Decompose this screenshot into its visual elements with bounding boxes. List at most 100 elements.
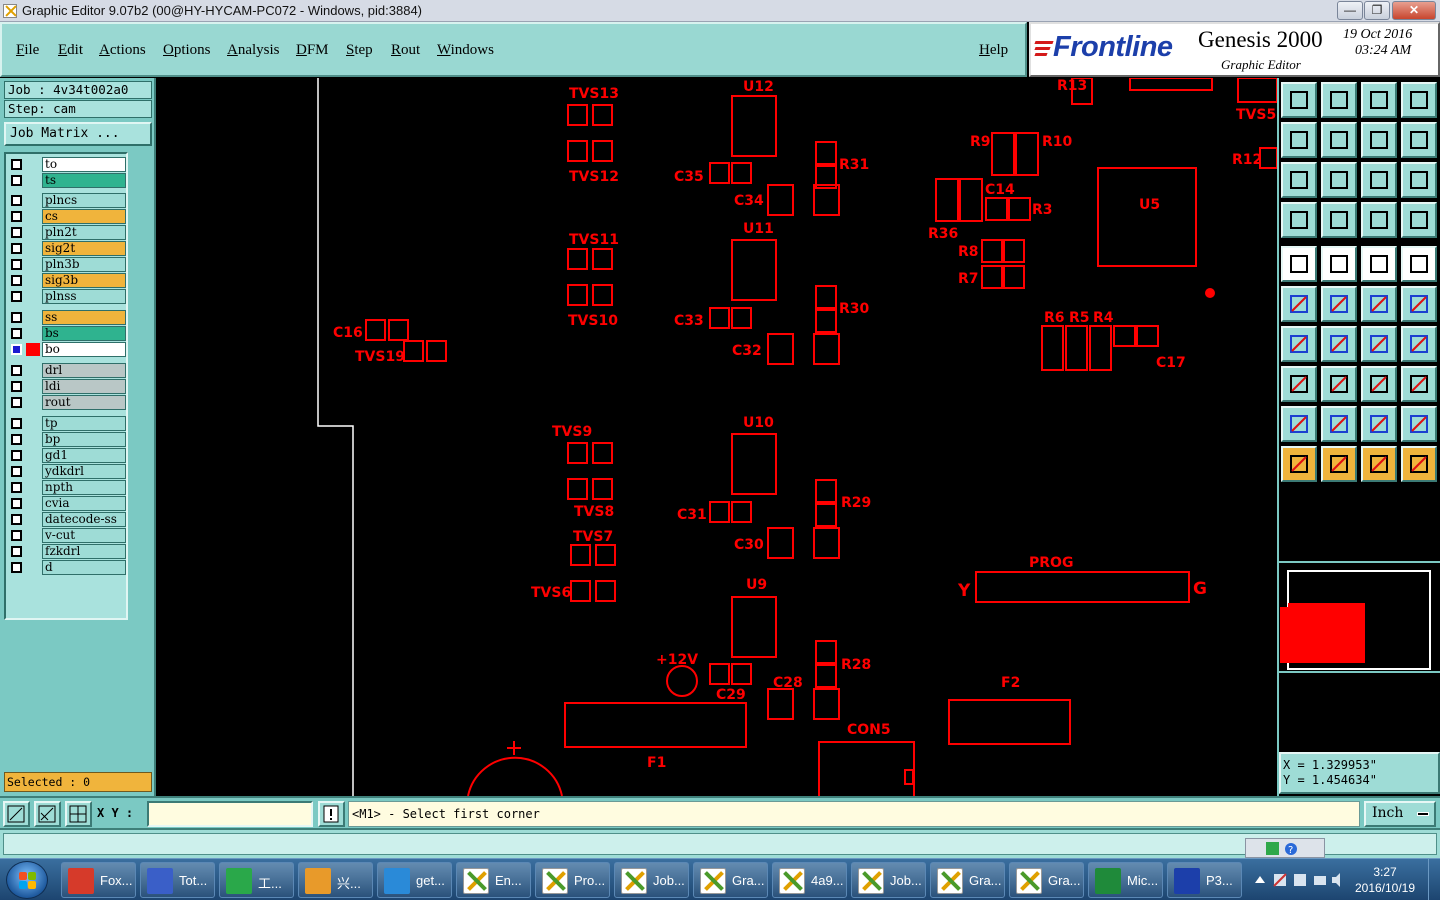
zoom-area-button[interactable]: [3, 801, 30, 827]
layer-row-ts[interactable]: ts: [8, 173, 126, 188]
layer-name[interactable]: plncs: [42, 193, 126, 208]
overview-map[interactable]: [1279, 561, 1440, 673]
taskbar-item[interactable]: Pro...: [535, 862, 610, 898]
layer-name[interactable]: bs: [42, 326, 126, 341]
taskbar-item[interactable]: 兴...: [298, 862, 373, 898]
layer-name[interactable]: d: [42, 560, 126, 575]
menu-file[interactable]: File: [16, 42, 39, 59]
split-icon[interactable]: [1321, 366, 1357, 402]
one-to-one-icon[interactable]: [1361, 162, 1397, 198]
layer-checkbox[interactable]: [11, 546, 22, 557]
layer-row-gd1[interactable]: gd1: [8, 448, 126, 463]
minimize-button[interactable]: —: [1337, 1, 1363, 20]
layer-name[interactable]: bp: [42, 432, 126, 447]
taskbar-item[interactable]: Fox...: [61, 862, 136, 898]
layer-checkbox[interactable]: [11, 275, 22, 286]
layer-row-cvia[interactable]: cvia: [8, 496, 126, 511]
layer-name[interactable]: to: [42, 157, 126, 172]
menu-step[interactable]: Step: [346, 42, 373, 59]
layer-row-sig3b[interactable]: sig3b: [8, 273, 126, 288]
taskbar-item[interactable]: get...: [377, 862, 452, 898]
menu-analysis[interactable]: Analysis: [227, 42, 280, 59]
alert-button[interactable]: [318, 801, 345, 827]
layer-row-fzkdrl[interactable]: fzkdrl: [8, 544, 126, 559]
layer-row-v-cut[interactable]: v-cut: [8, 528, 126, 543]
layer-row-ldi[interactable]: ldi: [8, 379, 126, 394]
layer-checkbox[interactable]: [11, 530, 22, 541]
layer-row-bo[interactable]: bo: [8, 342, 126, 357]
taskbar-item[interactable]: Job...: [851, 862, 926, 898]
copy-icon[interactable]: [1401, 286, 1437, 322]
layer-checkbox[interactable]: [11, 259, 22, 270]
lasso-icon[interactable]: [1361, 446, 1397, 482]
filter-icon[interactable]: [1401, 202, 1437, 238]
xy-input[interactable]: [147, 801, 313, 827]
layer-row-sig2t[interactable]: sig2t: [8, 241, 126, 256]
taskbar-item[interactable]: Gra...: [1009, 862, 1084, 898]
layer-name[interactable]: drl: [42, 363, 126, 378]
start-button[interactable]: [6, 861, 48, 899]
layer-row-to[interactable]: to: [8, 157, 126, 172]
layer-row-drl[interactable]: drl: [8, 363, 126, 378]
snap-icon[interactable]: [1281, 202, 1317, 238]
menu-actions[interactable]: Actions: [99, 42, 146, 59]
layer-checkbox[interactable]: [11, 466, 22, 477]
layer-row-cs[interactable]: cs: [8, 209, 126, 224]
layer-checkbox[interactable]: [11, 195, 22, 206]
menu-rout[interactable]: Rout: [391, 42, 420, 59]
snap-button[interactable]: [34, 801, 61, 827]
layer-checkbox[interactable]: [11, 450, 22, 461]
graphic-canvas[interactable]: TVS13 TVS12 TVS11 TVS10 TVS9 TVS8 TVS7 T…: [156, 78, 1277, 796]
layer-row-npth[interactable]: npth: [8, 480, 126, 495]
menu-help[interactable]: Help: [979, 42, 1008, 59]
mirror-icon[interactable]: [1401, 326, 1437, 362]
layer-checkbox[interactable]: [11, 243, 22, 254]
layer-row-ss[interactable]: ss: [8, 310, 126, 325]
layer-row-plncs[interactable]: plncs: [8, 193, 126, 208]
taskbar-item[interactable]: Mic...: [1088, 862, 1163, 898]
measure-icon[interactable]: [1401, 122, 1437, 158]
taskbar-item[interactable]: En...: [456, 862, 531, 898]
taskbar-item[interactable]: 工...: [219, 862, 294, 898]
layer-checkbox[interactable]: [11, 328, 22, 339]
layer-name[interactable]: npth: [42, 480, 126, 495]
home-icon[interactable]: [1361, 82, 1397, 118]
move-icon[interactable]: [1361, 286, 1397, 322]
pad-icon[interactable]: [1281, 366, 1317, 402]
layer-checkbox[interactable]: [11, 227, 22, 238]
features-icon[interactable]: [1361, 202, 1397, 238]
layer-name[interactable]: pln2t: [42, 225, 126, 240]
layer-name[interactable]: sig3b: [42, 273, 126, 288]
layer-checkbox[interactable]: [11, 434, 22, 445]
undo-icon[interactable]: [1281, 122, 1317, 158]
layer-checkbox[interactable]: [11, 514, 22, 525]
layer-row-d[interactable]: d: [8, 560, 126, 575]
rotate-icon[interactable]: [1361, 326, 1397, 362]
job-matrix-button[interactable]: Job Matrix ...: [4, 122, 152, 146]
save-icon[interactable]: [1321, 82, 1357, 118]
layer-row-tp[interactable]: tp: [8, 416, 126, 431]
layer-checkbox[interactable]: [11, 344, 22, 355]
layer-name[interactable]: bo: [42, 342, 126, 357]
taskbar-item[interactable]: Job...: [614, 862, 689, 898]
menu-options[interactable]: Options: [163, 42, 211, 59]
slope-icon[interactable]: [1281, 326, 1317, 362]
tray-icons[interactable]: [1252, 871, 1348, 889]
layer-row-ydkdrl[interactable]: ydkdrl: [8, 464, 126, 479]
draw-icon[interactable]: [1321, 246, 1357, 282]
layer-name[interactable]: ydkdrl: [42, 464, 126, 479]
select-icon[interactable]: [1321, 446, 1357, 482]
open-icon[interactable]: [1281, 82, 1317, 118]
menu-edit[interactable]: Edit: [58, 42, 83, 59]
layer-row-plnss[interactable]: plnss: [8, 289, 126, 304]
group-icon[interactable]: [1401, 366, 1437, 402]
layer-name[interactable]: ldi: [42, 379, 126, 394]
units-dropdown[interactable]: Inch: [1364, 801, 1436, 827]
layer-name[interactable]: ss: [42, 310, 126, 325]
connect-icon[interactable]: [1281, 286, 1317, 322]
show-desktop-button[interactable]: [1428, 859, 1440, 900]
arch-icon[interactable]: [1361, 406, 1397, 442]
bridge-icon[interactable]: [1401, 406, 1437, 442]
layer-checkbox[interactable]: [11, 562, 22, 573]
taskbar-item[interactable]: P3...: [1167, 862, 1242, 898]
